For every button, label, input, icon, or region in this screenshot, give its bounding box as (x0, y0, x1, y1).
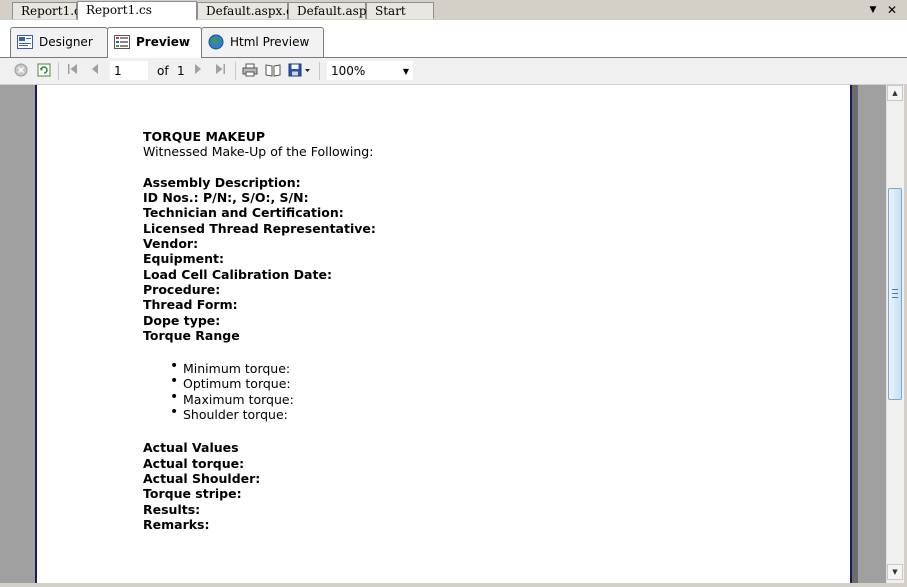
vertical-scrollbar[interactable]: ▲ ▼ (886, 85, 904, 583)
zoom-select[interactable]: 100% ▼ (327, 61, 413, 80)
last-page-icon-graphic (216, 64, 225, 74)
viewer-tab-strip: Designer Preview Html Preview (0, 20, 907, 58)
list-item: Minimum torque: (170, 359, 376, 376)
page-number-input[interactable]: 1 (110, 61, 148, 80)
doc-tab-label: Default.aspx.cs (206, 4, 299, 18)
actual-values-heading: Actual Values (143, 440, 239, 456)
report-viewer-area: TORQUE MAKEUP Witnessed Make-Up of the F… (0, 85, 886, 583)
tab-html-preview[interactable]: Html Preview (201, 27, 324, 57)
field-label: Results: (143, 501, 201, 517)
field-label: Assembly Description: (143, 174, 301, 190)
doc-tab-label: Default.aspx (297, 4, 374, 18)
tab-list-dropdown-icon[interactable]: ▼ (865, 2, 881, 18)
scrollbar-thumb[interactable] (888, 188, 902, 400)
field-label: Actual torque: (143, 455, 245, 471)
first-page-icon[interactable] (65, 63, 81, 79)
tab-label: Designer (39, 35, 93, 49)
refresh-icon[interactable] (36, 63, 52, 79)
chevron-down-icon: ▼ (402, 67, 409, 76)
toolbar-separator (319, 62, 320, 80)
field-label: Procedure: (143, 281, 221, 297)
refresh-icon-graphic (37, 63, 51, 77)
doc-tab-default-aspx[interactable]: Default.aspx (288, 2, 373, 19)
page-setup-icon[interactable] (265, 63, 281, 79)
field-label: Load Cell Calibration Date: (143, 266, 332, 282)
field-label: Dope type: (143, 312, 221, 328)
field-label: Actual Shoulder: (143, 470, 261, 486)
print-icon[interactable] (242, 63, 258, 79)
export-icon[interactable] (288, 63, 312, 79)
scroll-up-icon[interactable]: ▲ (887, 85, 903, 101)
previous-page-icon-graphic (92, 64, 98, 74)
last-page-icon[interactable] (212, 63, 228, 79)
document-tab-strip: Report1.cs Report1.cs [Design] Default.a… (0, 0, 907, 35)
previous-page-icon[interactable] (87, 63, 103, 79)
toolbar-separator (235, 62, 236, 80)
field-label: Torque Range (143, 327, 240, 343)
page-shadow (852, 85, 858, 583)
report-title: TORQUE MAKEUP (143, 129, 266, 144)
scroll-down-icon[interactable]: ▼ (887, 564, 903, 580)
zoom-value: 100% (331, 64, 366, 78)
doc-tab-report1-cs[interactable]: Report1.cs (12, 2, 87, 19)
total-pages: 1 (177, 64, 185, 78)
field-label: ID Nos.: P/N:, S/O:, S/N: (143, 190, 309, 206)
first-page-icon-graphic (68, 64, 77, 74)
field-label: Equipment: (143, 251, 224, 267)
list-item: Maximum torque: (170, 390, 376, 407)
doc-tab-report1-design[interactable]: Report1.cs [Design] (77, 1, 197, 34)
list-item: Optimum torque: (170, 374, 376, 391)
tab-label: Html Preview (230, 35, 310, 49)
of-label: of (157, 64, 169, 78)
report-toolbar: 1 of 1 100% ▼ (0, 58, 907, 85)
globe-icon (208, 34, 224, 50)
report-content: TORQUE MAKEUP Witnessed Make-Up of the F… (143, 129, 376, 532)
field-label: Vendor: (143, 236, 199, 252)
stop-icon[interactable] (13, 63, 29, 79)
next-page-icon[interactable] (190, 63, 206, 79)
doc-tab-start-page[interactable]: Start Page (366, 2, 434, 35)
field-label: Remarks: (143, 516, 210, 532)
preview-icon (114, 35, 130, 49)
toolbar-separator (58, 62, 59, 80)
report-subtitle: Witnessed Make-Up of the Following: (143, 144, 374, 160)
print-icon-graphic (242, 63, 258, 77)
torque-range-list: Minimum torque: Optimum torque: Maximum … (143, 359, 376, 422)
page-setup-icon-graphic (265, 64, 281, 77)
field-label: Thread Form: (143, 297, 238, 313)
doc-tab-default-aspx-cs[interactable]: Default.aspx.cs (197, 2, 299, 19)
next-page-icon-graphic (195, 64, 201, 74)
designer-icon (17, 35, 33, 49)
tab-label: Preview (136, 35, 191, 49)
grip-icon (892, 289, 898, 298)
close-icon[interactable]: ✕ (884, 2, 900, 18)
export-icon-graphic (288, 63, 310, 77)
bottom-border (0, 583, 907, 587)
tab-preview[interactable]: Preview (107, 27, 202, 58)
report-page: TORQUE MAKEUP Witnessed Make-Up of the F… (35, 85, 852, 583)
tab-designer[interactable]: Designer (10, 27, 108, 57)
list-item: Shoulder torque: (170, 405, 376, 422)
field-label: Torque stripe: (143, 486, 242, 502)
field-label: Technician and Certification: (143, 205, 344, 221)
field-label: Licensed Thread Representative: (143, 220, 376, 236)
stop-icon-graphic (14, 63, 28, 77)
